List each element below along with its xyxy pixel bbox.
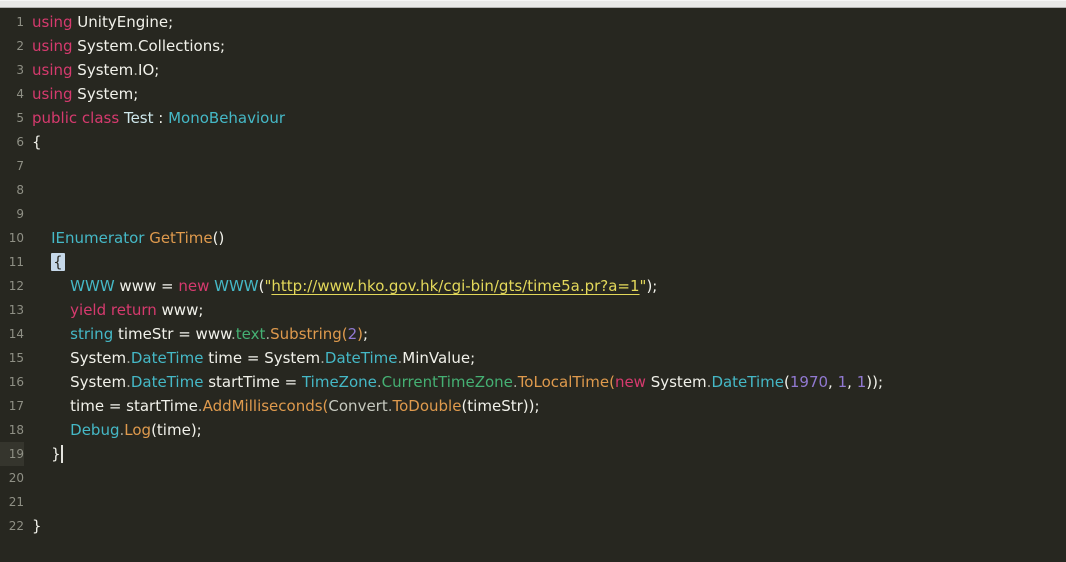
line-number: 21 <box>8 495 24 509</box>
code-line[interactable]: 18 Debug.Log(time); <box>0 418 1066 442</box>
code-line[interactable]: 22} <box>0 514 1066 538</box>
line-number: 17 <box>8 399 24 413</box>
code-line-text[interactable]: System.DateTime time = System.DateTime.M… <box>32 346 475 370</box>
code-line-text[interactable]: } <box>32 514 42 538</box>
code-line[interactable]: 6{ <box>0 130 1066 154</box>
code-line[interactable]: 13 yield return www; <box>0 298 1066 322</box>
code-line-text[interactable]: WWW www = new WWW("http://www.hko.gov.hk… <box>32 274 657 298</box>
line-number: 13 <box>8 303 24 317</box>
line-number: 6 <box>16 135 24 149</box>
code-line[interactable]: 14 string timeStr = www.text.Substring(2… <box>0 322 1066 346</box>
code-line-text[interactable]: using UnityEngine; <box>32 10 173 34</box>
code-line[interactable]: 17 time = startTime.AddMilliseconds(Conv… <box>0 394 1066 418</box>
code-line[interactable]: 12 WWW www = new WWW("http://www.hko.gov… <box>0 274 1066 298</box>
url-string: http://www.hko.gov.hk/cgi-bin/gts/time5a… <box>271 277 640 295</box>
code-line[interactable]: 7 <box>0 154 1066 178</box>
line-number: 8 <box>16 183 24 197</box>
code-line[interactable]: 21 <box>0 490 1066 514</box>
code-line[interactable]: 2 using System.Collections; <box>0 34 1066 58</box>
line-number: 7 <box>16 159 24 173</box>
code-line-text[interactable]: time = startTime.AddMilliseconds(Convert… <box>32 394 539 418</box>
text-cursor <box>60 445 63 463</box>
code-line-text[interactable]: using System; <box>32 82 138 106</box>
line-number: 14 <box>8 327 24 341</box>
code-line[interactable]: 20 <box>0 466 1066 490</box>
code-line[interactable]: 4 using System; <box>0 82 1066 106</box>
line-number: 22 <box>8 519 24 533</box>
code-editor[interactable]: 1 using UnityEngine; 2 using System.Collect… <box>0 8 1066 562</box>
code-line[interactable]: 15 System.DateTime time = System.DateTim… <box>0 346 1066 370</box>
code-line-text[interactable]: } <box>32 442 63 466</box>
toolbar-bottom-edge <box>0 0 1066 8</box>
code-line-text[interactable]: Debug.Log(time); <box>32 418 202 442</box>
matched-brace-highlight: { <box>51 253 65 271</box>
code-line-text[interactable]: using System.Collections; <box>32 34 225 58</box>
line-number: 4 <box>16 87 24 101</box>
code-line-text[interactable]: { <box>32 130 42 154</box>
line-number: 11 <box>8 255 24 269</box>
code-line[interactable]: 9 <box>0 202 1066 226</box>
line-number: 1 <box>16 15 24 29</box>
code-line-text[interactable]: public class Test : MonoBehaviour <box>32 106 285 130</box>
line-number: 2 <box>16 39 24 53</box>
line-number: 18 <box>8 423 24 437</box>
code-line-text[interactable]: { <box>32 250 65 274</box>
code-line[interactable]: 16 System.DateTime startTime = TimeZone.… <box>0 370 1066 394</box>
code-line-text[interactable]: System.DateTime startTime = TimeZone.Cur… <box>32 370 883 394</box>
line-number: 3 <box>16 63 24 77</box>
line-number: 19 <box>0 442 24 466</box>
line-number: 5 <box>16 111 24 125</box>
code-line-text[interactable]: yield return www; <box>32 298 203 322</box>
line-number: 20 <box>8 471 24 485</box>
code-line-text[interactable]: IEnumerator GetTime() <box>32 226 224 250</box>
line-number: 12 <box>8 279 24 293</box>
code-line[interactable]: 8 <box>0 178 1066 202</box>
code-line-text[interactable]: using System.IO; <box>32 58 159 82</box>
code-line[interactable]: 19 } <box>0 442 1066 466</box>
code-line[interactable]: 5 public class Test : MonoBehaviour <box>0 106 1066 130</box>
line-number: 16 <box>8 375 24 389</box>
code-line-text[interactable]: string timeStr = www.text.Substring(2); <box>32 322 368 346</box>
line-number: 9 <box>16 207 24 221</box>
code-line[interactable]: 10 IEnumerator GetTime() <box>0 226 1066 250</box>
code-line[interactable]: 1 using UnityEngine; <box>0 10 1066 34</box>
line-number: 15 <box>8 351 24 365</box>
code-line[interactable]: 3 using System.IO; <box>0 58 1066 82</box>
line-number: 10 <box>8 231 24 245</box>
code-line[interactable]: 11 { <box>0 250 1066 274</box>
